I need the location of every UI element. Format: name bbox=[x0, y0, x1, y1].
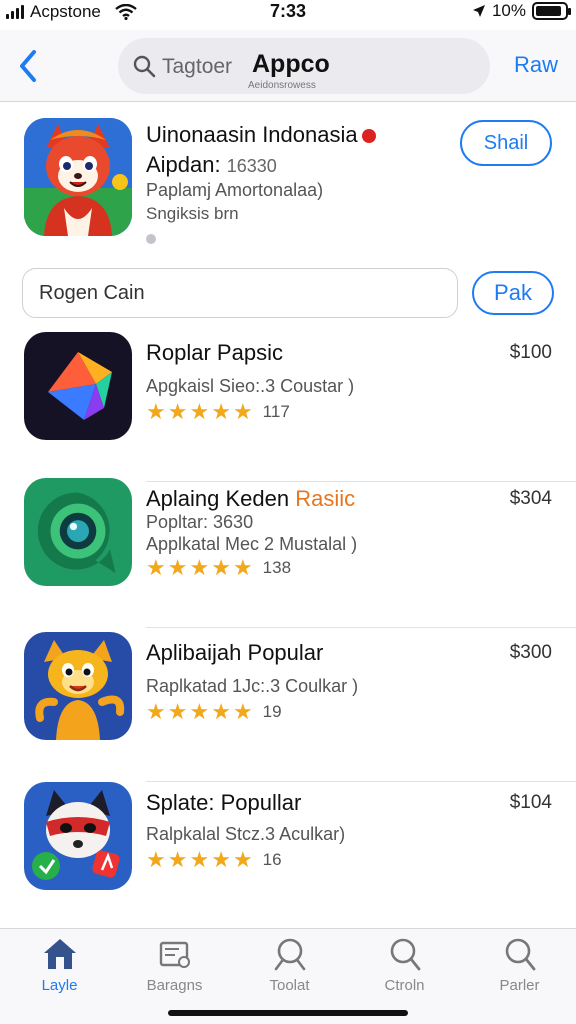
home-indicator bbox=[168, 1010, 408, 1016]
battery-level bbox=[536, 6, 562, 16]
page-subtitle: Aeidonsrowess bbox=[248, 80, 316, 91]
star-icon: ★ bbox=[146, 399, 166, 424]
star-icon: ★ bbox=[232, 699, 253, 724]
star-icon: ★ bbox=[211, 699, 231, 724]
star-rating: ★ ★ ★ ★ ★ 117 bbox=[146, 399, 290, 424]
featured-title-text: Uinonaasin Indonasia bbox=[146, 122, 358, 147]
featured-category: Paplamj Amortonalaa) bbox=[146, 180, 324, 200]
fox-character-app-icon[interactable] bbox=[24, 118, 132, 236]
search-placeholder: Tagtoer bbox=[162, 55, 233, 78]
filter-input[interactable] bbox=[22, 268, 458, 318]
app-subtitle: Popltar: 3630 bbox=[146, 512, 254, 532]
app-price[interactable]: $104 bbox=[510, 792, 552, 814]
app-title[interactable]: Roplar Papsic bbox=[146, 340, 283, 366]
rating-count: 138 bbox=[262, 558, 292, 577]
app-title[interactable]: Aplaing Keden Rasiic bbox=[146, 486, 355, 512]
star-icon: ★ bbox=[146, 847, 166, 872]
app-title-text: Aplaing Keden bbox=[146, 486, 290, 511]
row-divider bbox=[146, 627, 576, 628]
battery-percent: 10% bbox=[491, 1, 526, 20]
featured-meta: Aipdan: 16330 bbox=[146, 152, 277, 178]
featured-meta-label: Aipdan: bbox=[146, 152, 221, 177]
folder-icon bbox=[159, 941, 190, 968]
app-list-item[interactable]: Roplar Papsic $100 Apgkaisl Sieo:.3 Cous… bbox=[0, 332, 576, 482]
app-price[interactable]: $300 bbox=[510, 642, 552, 664]
star-rating: ★ ★ ★ ★ ★ 138 bbox=[146, 555, 292, 580]
tab-label: Layle bbox=[41, 977, 78, 994]
app-subtitle: Ralpkalal Stcz.3 Aculkar) bbox=[146, 824, 346, 844]
star-icon: ★ bbox=[232, 555, 253, 580]
status-bar: Acpstone 7:33 10% bbox=[0, 0, 576, 26]
star-icon: ★ bbox=[232, 399, 253, 424]
star-icon: ★ bbox=[146, 699, 166, 724]
refresh-search-icon[interactable] bbox=[572, 56, 576, 90]
featured-action-button[interactable]: Shail bbox=[460, 120, 552, 166]
tab-layle[interactable]: Layle bbox=[2, 937, 117, 994]
search-icon bbox=[133, 55, 156, 78]
star-icon: ★ bbox=[232, 847, 253, 872]
star-icon: ★ bbox=[167, 555, 188, 580]
search-icon bbox=[505, 938, 535, 971]
app-list-item[interactable]: Splate: Popullar $104 Ralpkalal Stcz.3 A… bbox=[0, 782, 576, 932]
app-subtitle-secondary: Applkatal Mec 2 Mustalal ) bbox=[146, 534, 358, 554]
rating-count: 117 bbox=[262, 402, 290, 421]
raw-link[interactable]: Raw bbox=[514, 52, 558, 78]
page-title: Appco bbox=[252, 50, 330, 78]
geometric-star-app-icon[interactable] bbox=[24, 332, 132, 440]
tab-label: Ctroln bbox=[384, 977, 425, 994]
search-icon bbox=[390, 938, 420, 971]
star-icon: ★ bbox=[167, 399, 188, 424]
star-icon: ★ bbox=[189, 847, 210, 872]
app-price[interactable]: $100 bbox=[510, 342, 552, 364]
app-price[interactable]: $304 bbox=[510, 488, 552, 510]
tab-label: Baragns bbox=[146, 977, 203, 994]
star-icon: ★ bbox=[167, 699, 188, 724]
featured-app[interactable]: Uinonaasin Indonasia Aipdan: 16330 Papla… bbox=[0, 116, 576, 256]
tab-parler[interactable]: Parler bbox=[462, 937, 576, 994]
cat-character-app-icon[interactable] bbox=[24, 632, 132, 740]
app-subtitle: Apgkaisl Sieo:.3 Coustar ) bbox=[146, 376, 355, 396]
location-arrow-icon bbox=[472, 5, 485, 17]
star-icon: ★ bbox=[211, 847, 231, 872]
app-list-item[interactable]: Aplaing Keden Rasiic $304 Popltar: 3630 … bbox=[0, 478, 576, 628]
tab-toolat[interactable]: Toolat bbox=[232, 937, 347, 994]
chevron-left-icon[interactable] bbox=[14, 48, 44, 84]
status-right: 10% bbox=[472, 1, 571, 21]
tab-label: Parler bbox=[499, 977, 540, 994]
nav-header: Tagtoer Appco Aeidonsrowess Raw bbox=[0, 30, 576, 102]
tab-label: Toolat bbox=[269, 977, 310, 994]
featured-detail: Sngiksis brn bbox=[146, 204, 239, 223]
star-icon: ★ bbox=[189, 699, 210, 724]
featured-meta-value: 16330 bbox=[226, 156, 277, 176]
search-icon bbox=[274, 938, 305, 971]
star-icon: ★ bbox=[146, 555, 166, 580]
search-bar[interactable]: Tagtoer Appco Aeidonsrowess bbox=[118, 38, 490, 94]
verified-badge-icon bbox=[361, 129, 376, 144]
star-rating: ★ ★ ★ ★ ★ 16 bbox=[146, 847, 282, 872]
battery-icon bbox=[532, 2, 571, 20]
tab-baragns[interactable]: Baragns bbox=[117, 937, 232, 994]
house-icon bbox=[43, 939, 76, 969]
star-rating: ★ ★ ★ ★ ★ 19 bbox=[146, 699, 282, 724]
star-icon: ★ bbox=[189, 555, 210, 580]
rating-count: 16 bbox=[262, 850, 282, 869]
filter-row: Pak bbox=[0, 268, 576, 320]
star-icon: ★ bbox=[211, 399, 231, 424]
app-title[interactable]: Splate: Popullar bbox=[146, 790, 301, 816]
star-icon: ★ bbox=[211, 555, 231, 580]
star-icon: ★ bbox=[189, 399, 210, 424]
camera-lens-app-icon[interactable] bbox=[24, 478, 132, 586]
featured-title[interactable]: Uinonaasin Indonasia bbox=[146, 122, 376, 148]
rating-count: 19 bbox=[262, 702, 282, 721]
tab-ctroln[interactable]: Ctroln bbox=[347, 937, 462, 994]
app-title[interactable]: Aplibaijah Popular bbox=[146, 640, 323, 666]
star-icon: ★ bbox=[167, 847, 188, 872]
page-indicator-dot bbox=[146, 234, 156, 244]
filter-button[interactable]: Pak bbox=[472, 271, 554, 315]
app-list-item[interactable]: Aplibaijah Popular $300 Raplkatad 1Jc:.3… bbox=[0, 632, 576, 782]
app-subtitle: Raplkatad 1Jc:.3 Coulkar ) bbox=[146, 676, 359, 696]
masked-fox-app-icon[interactable] bbox=[24, 782, 132, 890]
app-title-accent: Rasiic bbox=[295, 486, 356, 511]
